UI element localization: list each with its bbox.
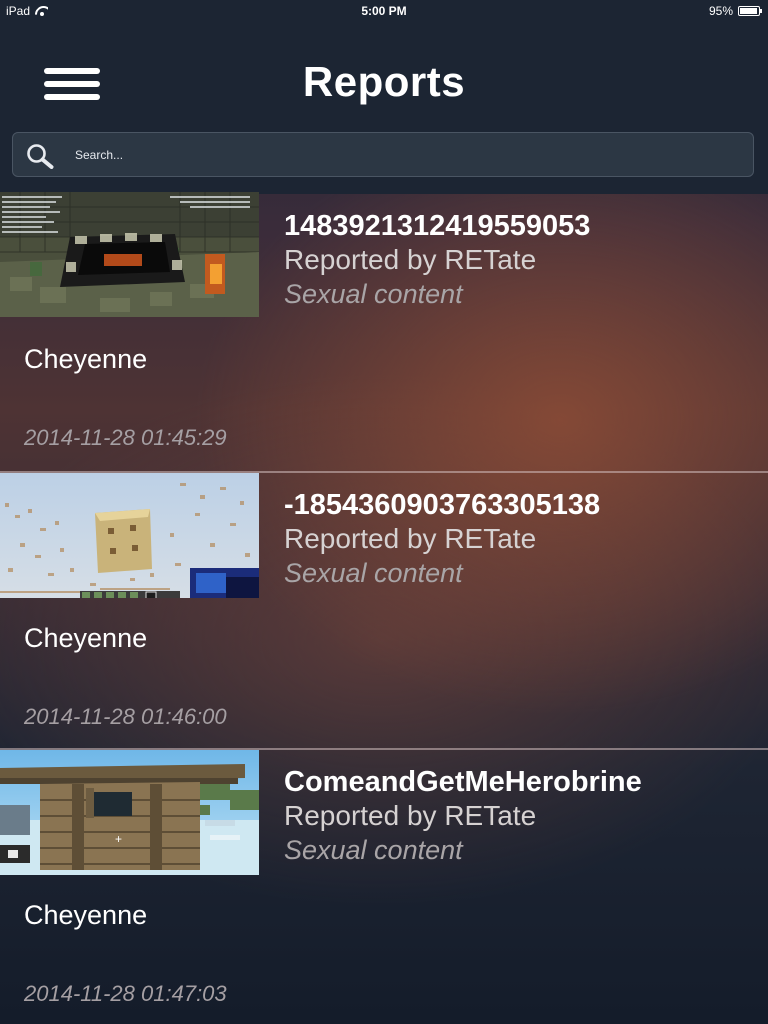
report-owner: Cheyenne [24,900,148,930]
report-timestamp: 2014-11-28 01:45:29 [24,425,227,450]
report-item[interactable]: 1483921312419559053 Reported by RETate S… [0,192,768,471]
report-timestamp: 2014-11-28 01:46:00 [24,704,227,729]
report-id: 1483921312419559053 [284,210,591,242]
report-owner: Cheyenne [24,344,148,374]
report-id: -1854360903763305138 [284,489,601,521]
reported-by: Reported by RETate [284,244,537,275]
battery-icon [738,6,762,16]
report-thumbnail[interactable]: + [0,750,259,875]
search-bar [0,132,768,194]
battery-fill [740,8,758,14]
minecraft-screenshot-sand-tower [0,473,259,598]
minecraft-screenshot-wooden-house: + [0,750,259,875]
minecraft-screenshot-end-portal [0,192,259,317]
search-icon [27,144,54,169]
report-item[interactable]: -1854360903763305138 Reported by RETate … [0,471,768,748]
report-list: 1483921312419559053 Reported by RETate S… [0,192,768,1024]
report-timestamp: 2014-11-28 01:47:03 [24,981,227,1006]
report-thumbnail[interactable] [0,192,259,317]
battery-percent: 95% [708,4,733,18]
page-title: Reports [302,58,466,105]
report-reason: Sexual content [284,558,463,588]
report-reason: Sexual content [284,279,463,309]
status-time: 5:00 PM [361,4,407,18]
search-input[interactable] [75,133,735,176]
status-right: 95% [708,4,762,18]
reported-by: Reported by RETate [284,523,537,554]
report-reason: Sexual content [284,835,463,865]
reported-by: Reported by RETate [284,800,537,831]
nav-bar: Reports [0,22,768,132]
svg-text:+: + [115,832,122,846]
report-owner: Cheyenne [24,623,148,653]
status-bar: iPad 5:00 PM 95% [0,0,768,22]
report-id: ComeandGetMeHerobrine [284,766,642,798]
report-thumbnail[interactable] [0,473,259,598]
search-field[interactable] [12,132,754,177]
report-item[interactable]: + ComeandGetMeHerobrine Reported by RETa… [0,748,768,1024]
